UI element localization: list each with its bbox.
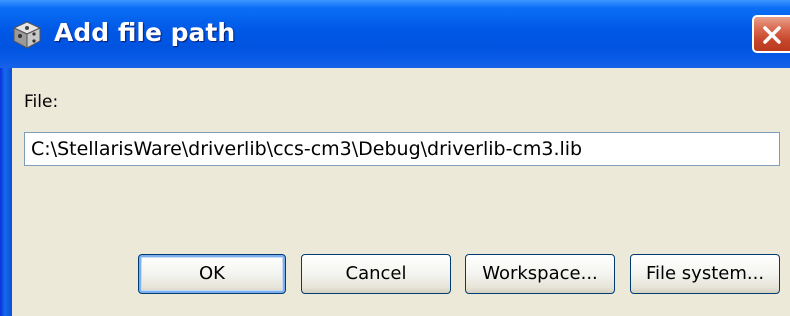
file-path-input[interactable] bbox=[24, 132, 780, 166]
window-title: Add file path bbox=[54, 18, 236, 47]
file-label: File: bbox=[24, 92, 59, 112]
ok-button[interactable]: OK bbox=[138, 254, 286, 294]
cancel-button[interactable]: Cancel bbox=[301, 254, 451, 294]
add-file-path-dialog: Add file path File: OK Cancel Workspace.… bbox=[0, 0, 790, 316]
close-button[interactable] bbox=[752, 15, 790, 53]
title-bar[interactable]: Add file path bbox=[0, 0, 790, 68]
app-cube-icon bbox=[12, 20, 42, 50]
window-border-left bbox=[0, 68, 12, 316]
file-system-button[interactable]: File system... bbox=[630, 254, 780, 294]
workspace-button[interactable]: Workspace... bbox=[465, 254, 615, 294]
